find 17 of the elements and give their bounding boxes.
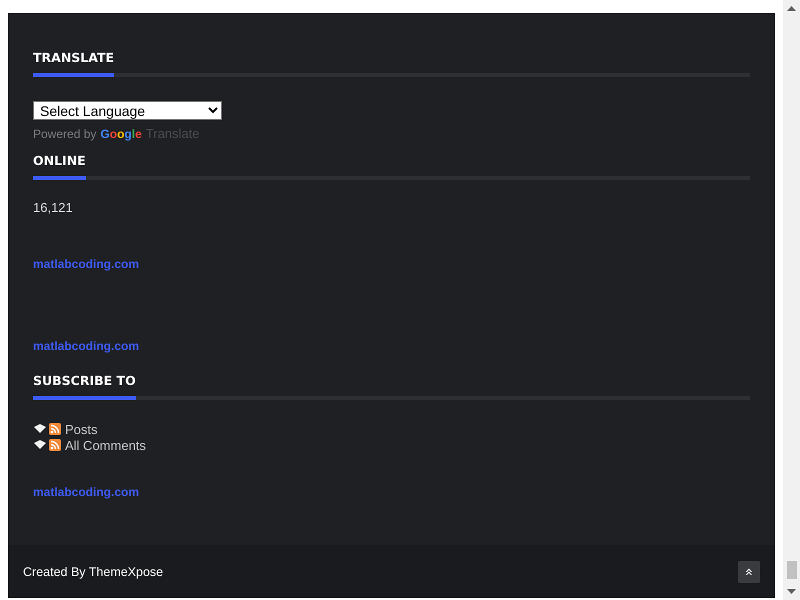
scroll-thumb[interactable]: [786, 561, 796, 579]
language-select[interactable]: Select Language: [33, 101, 222, 120]
section-heading: ONLINE: [33, 154, 86, 180]
rss-icon[interactable]: [49, 423, 61, 435]
section-heading: TRANSLATE: [33, 51, 114, 77]
google-logo[interactable]: Google: [100, 126, 142, 140]
powered-by-text: Powered by: [33, 126, 96, 140]
section-heading: SUBSCRIBE TO: [33, 374, 136, 400]
online-count: 16,121: [33, 200, 74, 215]
scroll-down-icon[interactable]: [787, 589, 796, 594]
scroll-up-icon[interactable]: [787, 6, 796, 11]
footer-credit: Created By ThemeXpose: [23, 564, 164, 578]
feed-link[interactable]: Posts: [65, 422, 98, 436]
rss-icon[interactable]: [49, 439, 61, 451]
scrollbar[interactable]: [783, 0, 800, 600]
feed-link[interactable]: All Comments: [65, 438, 146, 452]
back-to-top-button[interactable]: »: [738, 560, 760, 582]
